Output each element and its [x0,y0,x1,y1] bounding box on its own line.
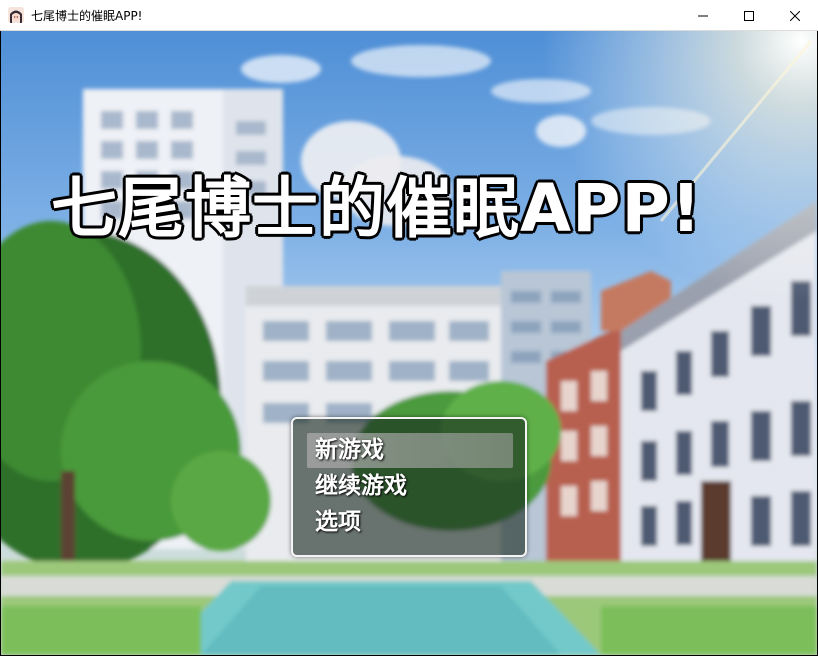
window-title: 七尾博士的催眠APP! [31,9,143,23]
close-icon [790,10,800,21]
menu-item-new-game[interactable]: 新游戏 [307,433,513,468]
minimize-button[interactable] [680,0,726,31]
game-screen[interactable]: 七尾博士的催眠APP! 新游戏 继续游戏 选项 [1,31,817,655]
title-menu: 新游戏 继续游戏 选项 [291,417,527,557]
title-background-image [1,31,817,655]
app-icon [8,7,24,23]
maximize-button[interactable] [726,0,772,31]
menu-item-continue[interactable]: 继续游戏 [307,469,513,504]
maximize-icon [744,10,754,21]
game-title: 七尾博士的催眠APP! [50,169,703,249]
close-button[interactable] [772,0,818,31]
window-titlebar[interactable]: 七尾博士的催眠APP! [0,0,818,31]
menu-item-options[interactable]: 选项 [307,505,513,540]
minimize-icon [698,15,708,16]
